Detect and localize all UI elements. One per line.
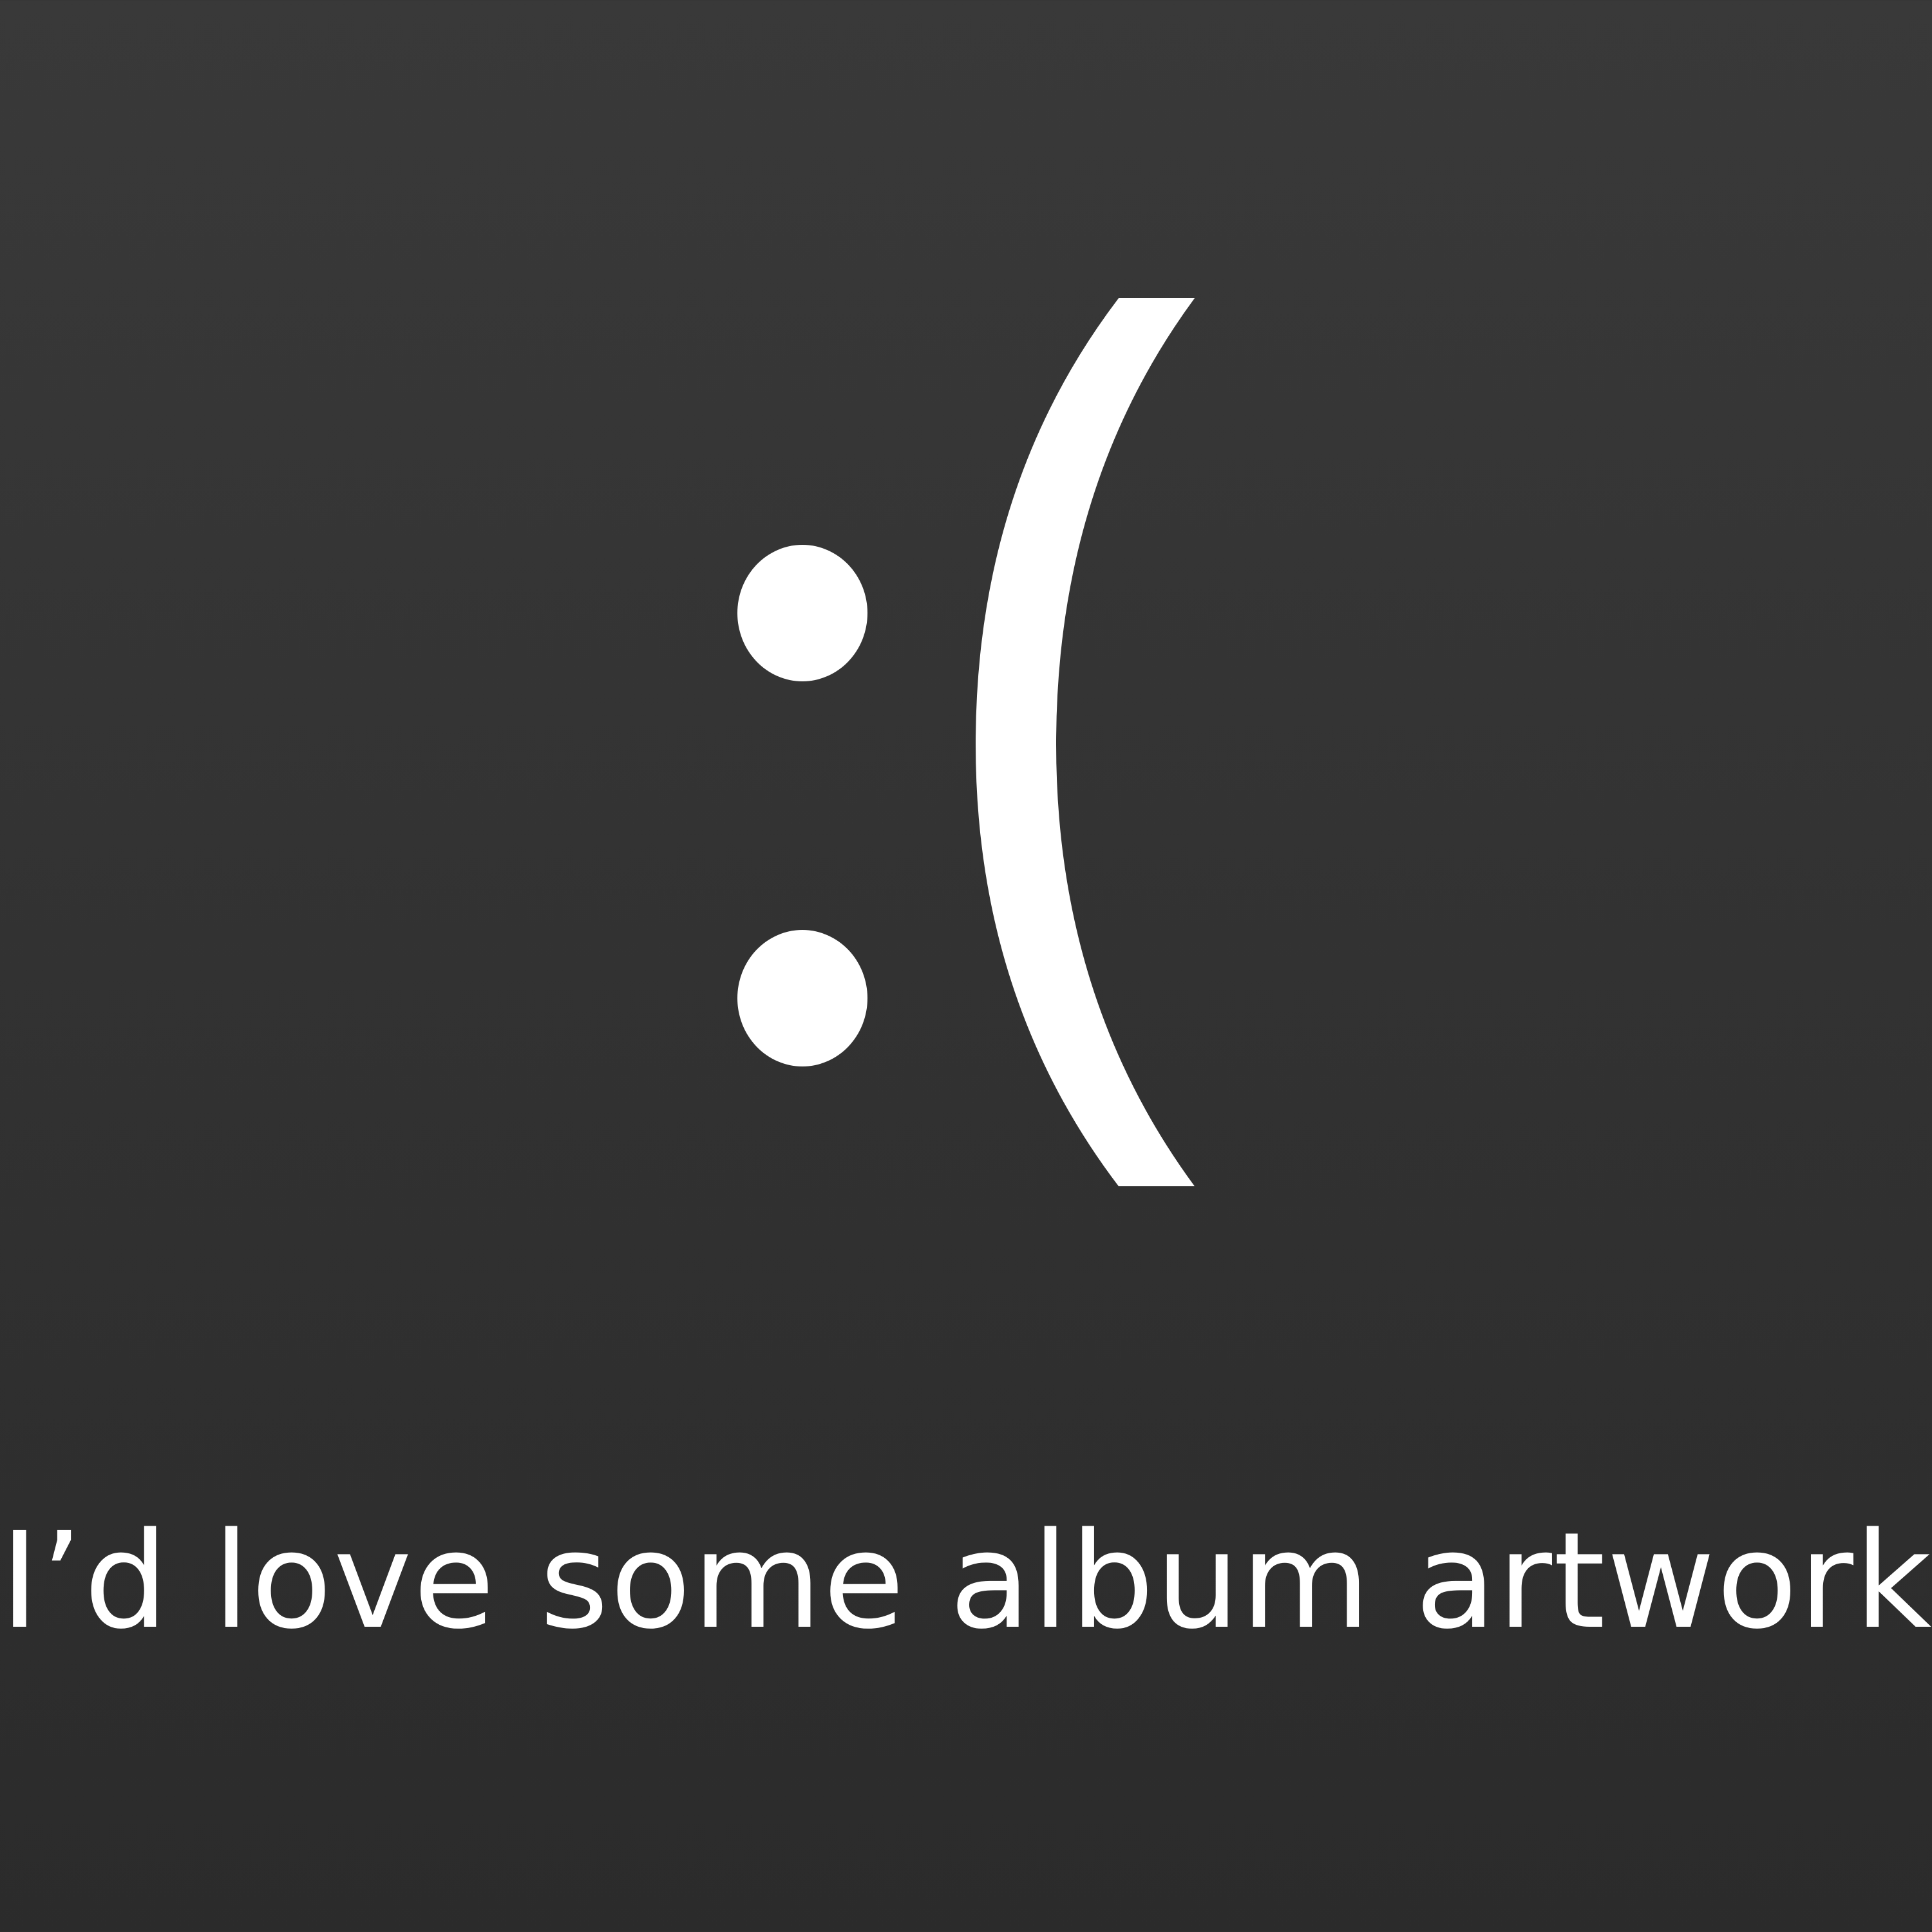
artwork-caption: I’d love some album artwork. xyxy=(0,1504,1932,1658)
sad-face-upper-dot xyxy=(737,545,867,681)
album-artwork-placeholder: I’d love some album artwork. xyxy=(0,0,1932,1932)
sad-face-lower-dot xyxy=(737,930,867,1066)
sad-face-mouth xyxy=(976,298,1195,1186)
